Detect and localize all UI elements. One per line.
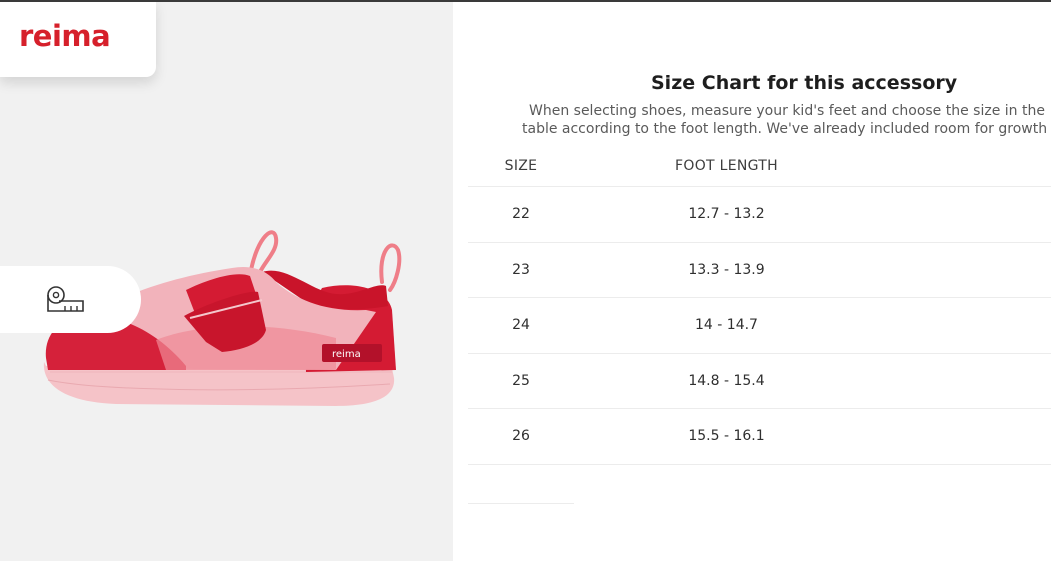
size-table: SIZE FOOT LENGTH 22 12.7 - 13.2 23 13.3 … (468, 146, 1051, 504)
table-row: 24 14 - 14.7 (468, 297, 1051, 353)
cell-size: 22 (512, 206, 530, 223)
table-row: 25 14.8 - 15.4 (468, 352, 1051, 409)
size-chart-description: When selecting shoes, measure your kid's… (522, 102, 1051, 138)
table-row-spacer (468, 463, 1051, 484)
table-row: 23 13.3 - 13.9 (468, 241, 1051, 298)
header-size: SIZE (504, 158, 538, 174)
size-guide-tab[interactable] (0, 266, 141, 333)
cell-foot-length: 12.7 - 13.2 (688, 206, 765, 223)
size-chart-panel: Size Chart for this accessory When selec… (453, 2, 1051, 561)
cell-size: 24 (512, 317, 530, 334)
header-foot-length: FOOT LENGTH (675, 158, 778, 174)
cell-foot-length: 13.3 - 13.9 (688, 261, 765, 278)
brand-logo-card[interactable]: reima (0, 2, 156, 77)
brand-logo: reima (19, 18, 111, 53)
table-row: 26 15.5 - 16.1 (468, 408, 1051, 464)
cell-size: 23 (512, 261, 530, 278)
cell-size: 26 (512, 428, 530, 445)
table-bottom-rule (468, 484, 574, 504)
cell-foot-length: 15.5 - 16.1 (688, 428, 765, 445)
svg-text:reima: reima (332, 349, 361, 360)
product-image-pane: reima reima (0, 2, 453, 561)
description-line-1: When selecting shoes, measure your kid's… (529, 103, 1045, 119)
size-chart-modal: reima reima Size Chart for this accessor… (0, 0, 1051, 561)
cell-foot-length: 14.8 - 15.4 (688, 372, 765, 389)
description-line-2: table according to the foot length. We'v… (522, 121, 1048, 137)
table-row: 22 12.7 - 13.2 (468, 186, 1051, 242)
cell-size: 25 (512, 372, 530, 389)
size-chart-title: Size Chart for this accessory (651, 72, 958, 94)
measuring-tape-icon (47, 285, 84, 312)
cell-foot-length: 14 - 14.7 (695, 317, 758, 334)
table-header: SIZE FOOT LENGTH (468, 146, 1051, 186)
